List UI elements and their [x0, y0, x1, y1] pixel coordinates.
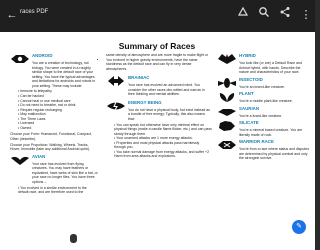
- left-column: ANDROID You are a creation of technology…: [10, 53, 98, 195]
- race-brainiac: BRAINIAC Your race has evolved an advanc…: [106, 75, 212, 97]
- race-avian: AVIAN Your race has evolved from flying …: [10, 154, 98, 195]
- race-name: BRAINIAC: [128, 75, 150, 81]
- android-form-text: Choose your Form: Humanoid, Functional, …: [10, 132, 92, 141]
- race-name: HYBRID: [239, 53, 256, 58]
- list-item: You take normal damage from energy attac…: [114, 150, 212, 159]
- middle-column: same density of atmosphere and are more …: [106, 53, 212, 159]
- race-name: AVIAN: [32, 153, 46, 159]
- trait-list: You evolved in a similar environment to …: [10, 186, 98, 195]
- race-warrior-race: WARRIOR RACE You're from a race where st…: [217, 139, 309, 161]
- warrior-race-emblem-icon: [218, 141, 236, 150]
- race-name: PLANT: [239, 91, 254, 97]
- avian-emblem-icon: [11, 156, 29, 165]
- trait-list: You evolved in higher gravity environmen…: [106, 58, 212, 72]
- race-desc: You are a creation of technology, not bi…: [32, 61, 96, 88]
- plant-emblem-icon: [219, 93, 235, 103]
- race-insectoid: INSECTOID You're an insect-like creature…: [217, 77, 309, 90]
- avian-continued-text: same density of atmosphere and are more …: [106, 53, 209, 57]
- list-item: You evolved in higher gravity environmen…: [106, 58, 212, 72]
- list-item: Owned: [18, 126, 98, 131]
- document-title: races PDF: [20, 9, 49, 15]
- edit-pencil-icon: ✎: [296, 223, 302, 230]
- list-item: You can speak but otherwise have only mi…: [114, 123, 212, 137]
- energy-being-emblem-icon: [107, 101, 125, 111]
- hybrid-emblem-icon: [218, 54, 236, 64]
- brainiac-emblem-icon: [108, 76, 124, 87]
- list-item: Properties and most physical attacks pas…: [114, 141, 212, 150]
- race-name: ANDROID: [32, 53, 53, 58]
- pdf-page[interactable]: Summary of Races ANDROID You are a creat…: [0, 32, 315, 250]
- race-hybrid: HYBRID You look like (or are) a Default …: [217, 53, 309, 75]
- race-name: SILICATE: [239, 120, 259, 126]
- race-android: ANDROID You are a creation of technology…: [10, 53, 98, 152]
- top-bar: ← races PDF ⋮: [0, 0, 315, 32]
- race-energy-being: ENERGY BEING You do not have a physical …: [106, 100, 212, 159]
- trait-list: Immune to telepathy Can be hacked Cannot…: [10, 89, 98, 130]
- race-name: INSECTOID: [239, 76, 263, 82]
- search-icon[interactable]: [255, 6, 273, 24]
- race-name: WARRIOR RACE: [239, 139, 274, 145]
- race-name: ENERGY BEING: [128, 99, 162, 105]
- race-name: SAURIAN: [239, 105, 260, 111]
- share-icon[interactable]: [276, 6, 294, 24]
- race-silicate: SILICATE You're a mineral based creature…: [217, 120, 309, 137]
- race-saurian: SAURIAN You're a lizard-like creature.: [217, 106, 309, 119]
- android-emblem-icon: [11, 55, 29, 63]
- trait-list: You can speak but otherwise have only mi…: [106, 123, 212, 159]
- list-item: You evolved in a similar environment to …: [18, 186, 98, 195]
- race-plant: PLANT You're a mobile plant-like creatur…: [217, 91, 309, 104]
- edit-fab-button[interactable]: ✎: [292, 220, 306, 234]
- page-indicator[interactable]: [70, 234, 77, 243]
- more-vert-icon[interactable]: ⋮: [297, 6, 315, 24]
- silicate-emblem-icon: [219, 121, 235, 132]
- android-propulsion-text: Choose your Propulsion: Walking, Wheels,…: [10, 142, 91, 152]
- add-to-drive-icon[interactable]: [234, 6, 252, 24]
- back-arrow-icon[interactable]: ←: [3, 6, 21, 24]
- insectoid-emblem-icon: [218, 77, 236, 88]
- right-column: HYBRID You look like (or are) a Default …: [217, 53, 309, 162]
- page-title: Summary of Races: [118, 41, 196, 51]
- saurian-emblem-icon: [218, 108, 236, 116]
